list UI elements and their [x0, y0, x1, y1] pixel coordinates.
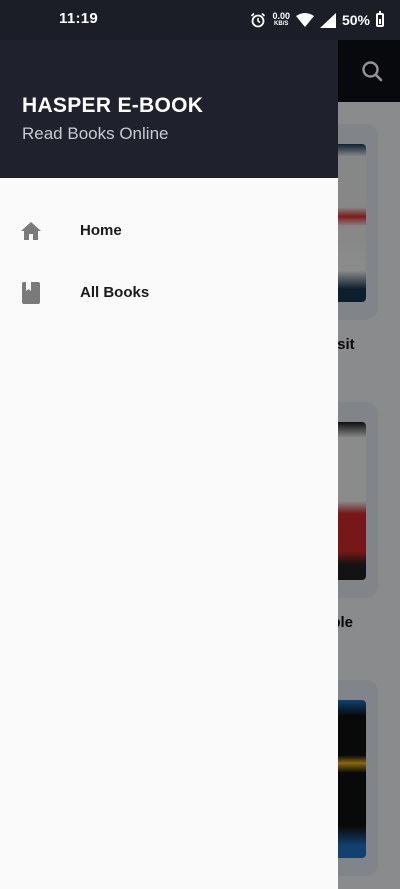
- wifi-icon: [295, 13, 314, 27]
- battery-icon: [376, 11, 384, 27]
- net-speed: 0.00 KB/S: [272, 12, 290, 28]
- status-bar: 11:19 0.00 KB/S 50%: [0, 0, 400, 40]
- drawer-header: HASPER E-BOOK Read Books Online: [0, 40, 338, 178]
- alarm-icon: [251, 12, 266, 28]
- book-icon: [22, 282, 40, 304]
- net-speed-unit: KB/S: [274, 21, 289, 27]
- drawer-item-label: All Books: [80, 284, 150, 301]
- status-icons: 0.00 KB/S 50%: [250, 8, 384, 32]
- net-speed-value: 0.00: [272, 11, 290, 21]
- drawer-item-label: Home: [80, 222, 122, 239]
- app-subtitle: Read Books Online: [22, 124, 169, 143]
- home-icon: [21, 222, 41, 240]
- app-title: HASPER E-BOOK: [22, 94, 204, 117]
- drawer-item-home[interactable]: Home: [0, 203, 338, 259]
- drawer-item-all-books[interactable]: All Books: [0, 265, 338, 321]
- navigation-drawer: HASPER E-BOOK Read Books Online Home All…: [0, 40, 338, 889]
- signal-icon: [319, 12, 336, 28]
- status-time: 11:19: [59, 10, 99, 27]
- battery-percent: 50%: [341, 12, 370, 28]
